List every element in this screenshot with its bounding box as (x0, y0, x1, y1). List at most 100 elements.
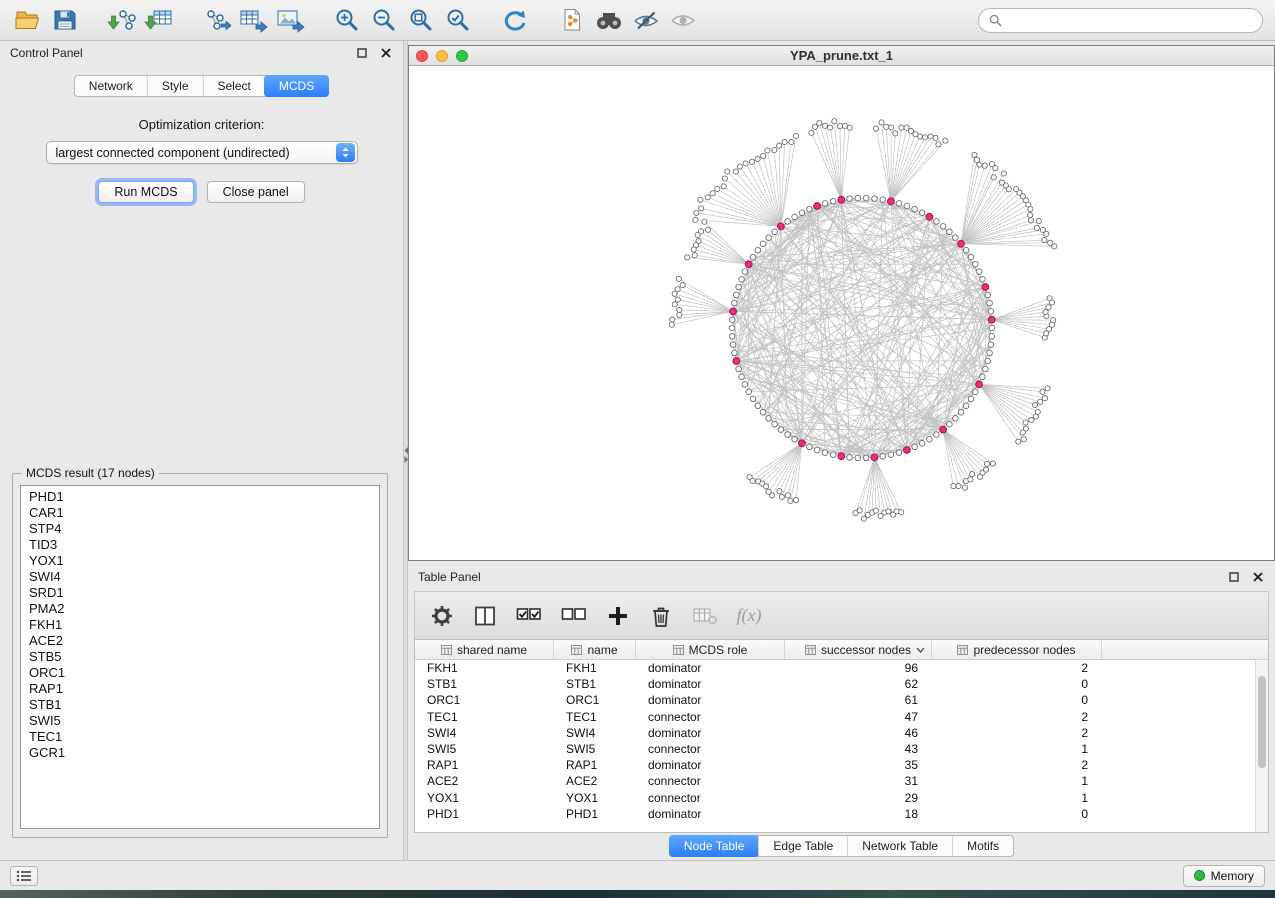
cell-name[interactable]: ACE2 (554, 774, 636, 788)
cell-predecessor-nodes[interactable]: 2 (932, 726, 1102, 740)
tab-edge-table[interactable]: Edge Table (758, 836, 847, 856)
mcds-result-item[interactable]: FKH1 (29, 617, 379, 633)
cell-predecessor-nodes[interactable]: 1 (932, 774, 1102, 788)
close-panel-icon[interactable] (378, 45, 393, 60)
cell-shared-name[interactable]: FKH1 (415, 661, 554, 675)
search-field[interactable] (978, 8, 1263, 33)
export-network-icon[interactable] (200, 4, 232, 36)
mcds-result-item[interactable]: STB1 (29, 697, 379, 713)
cell-mcds-role[interactable]: connector (636, 774, 785, 788)
tab-node-table[interactable]: Node Table (669, 835, 760, 857)
search-input[interactable] (1008, 12, 1252, 28)
cell-name[interactable]: RAP1 (554, 758, 636, 772)
cell-mcds-role[interactable]: connector (636, 791, 785, 805)
column-header-name[interactable]: name (554, 640, 636, 659)
cell-name[interactable]: YOX1 (554, 791, 636, 805)
table-row[interactable]: RAP1RAP1dominator352 (415, 757, 1268, 773)
cell-predecessor-nodes[interactable]: 2 (932, 758, 1102, 772)
mcds-result-item[interactable]: TID3 (29, 537, 379, 553)
cell-mcds-role[interactable]: dominator (636, 693, 785, 707)
mcds-result-item[interactable]: PHD1 (29, 489, 379, 505)
table-row[interactable]: YOX1YOX1connector291 (415, 790, 1268, 806)
clear-table-icon[interactable] (691, 602, 719, 630)
column-settings-icon[interactable] (429, 602, 455, 630)
zoom-in-icon[interactable] (331, 4, 363, 36)
cell-successor-nodes[interactable]: 35 (785, 758, 932, 772)
cell-name[interactable]: SWI4 (554, 726, 636, 740)
select-all-rows-icon[interactable] (515, 602, 543, 630)
optimization-criterion-select[interactable]: largest connected component (undirected) (46, 141, 358, 164)
tab-motifs[interactable]: Motifs (952, 836, 1013, 856)
cell-successor-nodes[interactable]: 29 (785, 791, 932, 805)
refresh-layout-icon[interactable] (499, 4, 531, 36)
cell-name[interactable]: TEC1 (554, 710, 636, 724)
mcds-result-item[interactable]: SWI5 (29, 713, 379, 729)
cell-mcds-role[interactable]: connector (636, 710, 785, 724)
cell-predecessor-nodes[interactable]: 0 (932, 677, 1102, 691)
hide-display-icon[interactable] (630, 4, 662, 36)
float-panel-icon[interactable] (1226, 569, 1241, 584)
mcds-result-item[interactable]: STP4 (29, 521, 379, 537)
column-header-shared-name[interactable]: shared name (415, 640, 554, 659)
cell-successor-nodes[interactable]: 47 (785, 710, 932, 724)
cell-name[interactable]: STB1 (554, 677, 636, 691)
cell-shared-name[interactable]: STB1 (415, 677, 554, 691)
column-header-mcds-role[interactable]: MCDS role (636, 640, 785, 659)
mcds-result-item[interactable]: CAR1 (29, 505, 379, 521)
mcds-result-item[interactable]: YOX1 (29, 553, 379, 569)
import-network-icon[interactable] (106, 4, 138, 36)
network-canvas[interactable] (409, 66, 1275, 560)
mcds-result-item[interactable]: SRD1 (29, 585, 379, 601)
search-network-icon[interactable] (593, 4, 625, 36)
cell-mcds-role[interactable]: dominator (636, 661, 785, 675)
mcds-result-item[interactable]: PMA2 (29, 601, 379, 617)
table-row[interactable]: SWI5SWI5connector431 (415, 741, 1268, 757)
cell-predecessor-nodes[interactable]: 1 (932, 742, 1102, 756)
table-row[interactable]: ACE2ACE2connector311 (415, 773, 1268, 789)
cell-shared-name[interactable]: SWI5 (415, 742, 554, 756)
panel-menu-button[interactable] (10, 866, 38, 886)
cell-predecessor-nodes[interactable]: 0 (932, 807, 1102, 821)
cell-mcds-role[interactable]: dominator (636, 677, 785, 691)
cell-shared-name[interactable]: PHD1 (415, 807, 554, 821)
cell-shared-name[interactable]: SWI4 (415, 726, 554, 740)
table-row[interactable]: FKH1FKH1dominator962 (415, 660, 1268, 676)
cell-mcds-role[interactable]: connector (636, 742, 785, 756)
tab-style[interactable]: Style (147, 76, 203, 96)
cell-shared-name[interactable]: ACE2 (415, 774, 554, 788)
sort-caret-icon[interactable] (916, 647, 925, 653)
cell-shared-name[interactable]: YOX1 (415, 791, 554, 805)
tab-mcds[interactable]: MCDS (264, 75, 329, 97)
table-row[interactable]: STB1STB1dominator620 (415, 676, 1268, 692)
cell-predecessor-nodes[interactable]: 1 (932, 791, 1102, 805)
cell-predecessor-nodes[interactable]: 2 (932, 661, 1102, 675)
window-close-button[interactable] (416, 50, 428, 62)
table-row[interactable]: SWI4SWI4dominator462 (415, 725, 1268, 741)
cell-name[interactable]: FKH1 (554, 661, 636, 675)
cell-predecessor-nodes[interactable]: 0 (932, 693, 1102, 707)
tab-network-table[interactable]: Network Table (847, 836, 952, 856)
tab-select[interactable]: Select (203, 76, 265, 96)
cell-name[interactable]: PHD1 (554, 807, 636, 821)
export-table-icon[interactable] (237, 4, 269, 36)
open-file-icon[interactable] (12, 4, 44, 36)
zoom-out-icon[interactable] (368, 4, 400, 36)
cell-successor-nodes[interactable]: 61 (785, 693, 932, 707)
window-minimize-button[interactable] (436, 50, 448, 62)
cell-predecessor-nodes[interactable]: 2 (932, 710, 1102, 724)
cell-successor-nodes[interactable]: 96 (785, 661, 932, 675)
add-row-icon[interactable] (605, 602, 631, 630)
zoom-selected-icon[interactable] (442, 4, 474, 36)
scrollbar-thumb[interactable] (1258, 676, 1266, 768)
table-row[interactable]: ORC1ORC1dominator610 (415, 692, 1268, 708)
cell-mcds-role[interactable]: dominator (636, 758, 785, 772)
close-panel-icon[interactable] (1250, 569, 1265, 584)
cell-mcds-role[interactable]: dominator (636, 807, 785, 821)
mcds-result-item[interactable]: SWI4 (29, 569, 379, 585)
cell-shared-name[interactable]: ORC1 (415, 693, 554, 707)
cell-name[interactable]: SWI5 (554, 742, 636, 756)
split-view-icon[interactable] (472, 602, 498, 630)
zoom-fit-icon[interactable] (405, 4, 437, 36)
mcds-result-item[interactable]: ORC1 (29, 665, 379, 681)
cell-shared-name[interactable]: RAP1 (415, 758, 554, 772)
